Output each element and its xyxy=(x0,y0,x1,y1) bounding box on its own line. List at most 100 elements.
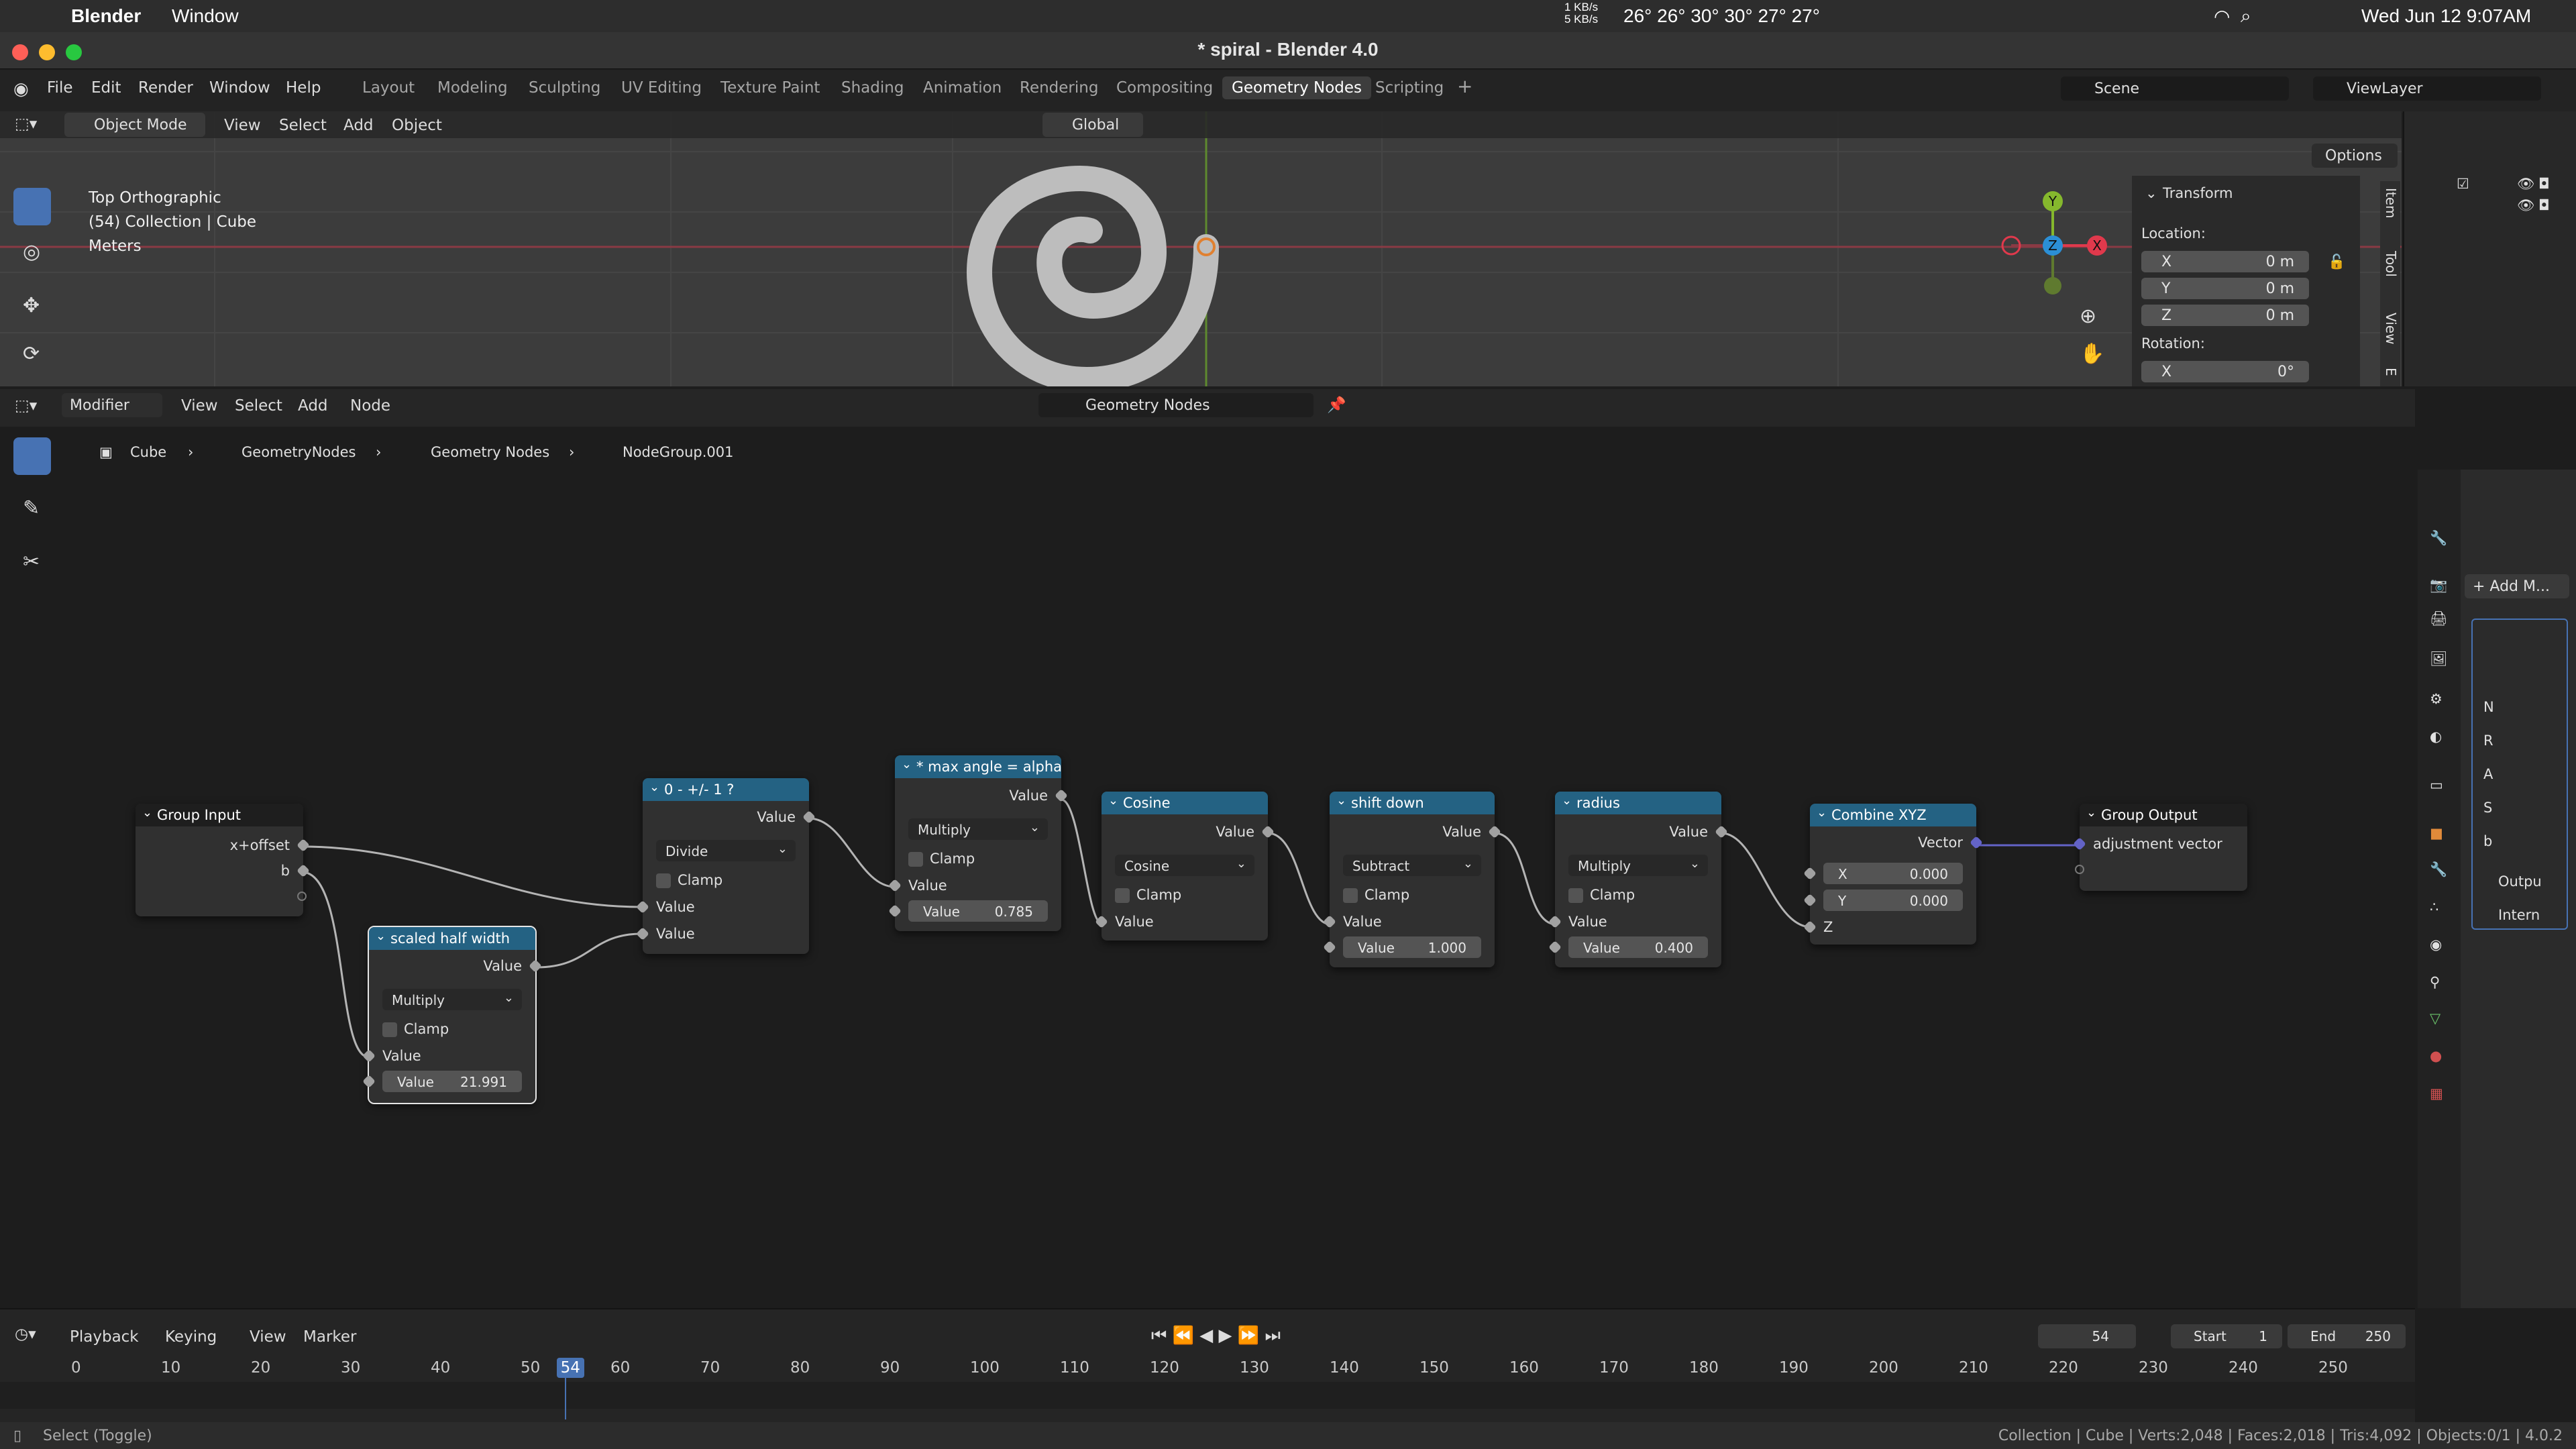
tab-modeling[interactable]: Modeling xyxy=(437,79,508,97)
mac-app-name[interactable]: Blender xyxy=(71,5,141,27)
menu-help[interactable]: Help xyxy=(286,79,321,97)
blender-logo-icon[interactable]: ◉ xyxy=(13,79,29,99)
node-menu-add[interactable]: Add xyxy=(298,397,328,415)
value-field[interactable]: Value 1.000 xyxy=(1343,936,1481,958)
node-header[interactable]: ⌄ * max angle = alpha xyxy=(895,755,1062,778)
modifier-tab-icon[interactable]: 🔧 xyxy=(2430,861,2447,878)
scene-tab-icon[interactable]: ⚙ xyxy=(2430,691,2443,707)
constraints-tab-icon[interactable]: ⚲ xyxy=(2430,974,2440,990)
mac-menu-window[interactable]: Window xyxy=(172,5,239,27)
empty-socket[interactable] xyxy=(297,892,307,901)
tab-sculpting[interactable]: Sculpting xyxy=(529,79,600,97)
tab-texture-paint[interactable]: Texture Paint xyxy=(720,79,820,97)
clamp-checkbox[interactable] xyxy=(1343,888,1358,903)
viewport-menu-select[interactable]: Select xyxy=(279,117,327,134)
viewport-options-button[interactable]: Options xyxy=(2312,144,2398,168)
node-menu-select[interactable]: Select xyxy=(235,397,282,415)
collapse-icon[interactable]: ⌄ xyxy=(1108,794,1118,808)
operation-dropdown[interactable]: Multiply ⌄ xyxy=(382,989,522,1010)
camera-icon-2[interactable]: ◘ xyxy=(2538,197,2550,213)
tab-view[interactable]: View xyxy=(2383,313,2399,344)
node-header[interactable]: ⌄ 0 - +/- 1 ? xyxy=(643,778,809,801)
operation-dropdown[interactable]: Subtract ⌄ xyxy=(1343,855,1481,876)
transform-chevron-icon[interactable]: ⌄ xyxy=(2145,185,2157,201)
node-cosine[interactable]: ⌄ Cosine Value Cosine ⌄ Clamp Value xyxy=(1095,792,1275,941)
scene-selector[interactable]: Scene xyxy=(2061,76,2289,101)
node-header[interactable]: ⌄ Combine XYZ xyxy=(1810,804,1976,826)
value-field[interactable]: Value 0.400 xyxy=(1568,936,1708,958)
pin-icon[interactable]: 📌 xyxy=(1327,396,1346,414)
timeline-menu-view[interactable]: View xyxy=(250,1328,286,1346)
world-tab-icon[interactable]: ◐ xyxy=(2430,729,2442,745)
mode-dropdown[interactable]: Object Mode xyxy=(64,113,205,137)
tab-layout[interactable]: Layout xyxy=(362,79,415,97)
add-modifier-button[interactable]: + Add M... xyxy=(2465,574,2569,598)
node-divide[interactable]: ⌄ 0 - +/- 1 ? Value Divide ⌄ Clamp Value V… xyxy=(636,778,816,954)
tab-shading[interactable]: Shading xyxy=(841,79,904,97)
camera-icon[interactable]: ◘ xyxy=(2538,176,2550,192)
collapse-icon[interactable]: ⌄ xyxy=(2086,806,2096,820)
operation-dropdown[interactable]: Multiply ⌄ xyxy=(1568,855,1708,876)
tool-tab-icon[interactable]: 🔧 xyxy=(2430,530,2447,547)
clamp-checkbox[interactable] xyxy=(382,1022,397,1037)
current-frame-field[interactable]: 54 xyxy=(2038,1324,2136,1348)
tab-rendering[interactable]: Rendering xyxy=(1020,79,1098,97)
timeline-track[interactable] xyxy=(0,1382,2415,1409)
texture-tab-icon[interactable]: ▦ xyxy=(2430,1085,2443,1102)
clamp-checkbox[interactable] xyxy=(1568,888,1583,903)
search-icon[interactable]: ⌕ xyxy=(2241,5,2251,28)
viewport-menu-object[interactable]: Object xyxy=(392,117,442,134)
cursor-tool-icon[interactable]: ◎ xyxy=(23,240,40,264)
tab-geometry-nodes[interactable]: Geometry Nodes xyxy=(1222,76,1372,99)
particles-tab-icon[interactable]: ∴ xyxy=(2430,899,2438,915)
clamp-checkbox[interactable] xyxy=(908,852,923,867)
node-header[interactable]: ⌄ radius xyxy=(1555,792,1721,814)
node-editor-type-icon[interactable]: ⬚▾ xyxy=(15,397,37,415)
x-field[interactable]: X 0.000 xyxy=(1823,863,1963,884)
node-shift-down[interactable]: ⌄ shift down Value Subtract ⌄ Clamp Value … xyxy=(1323,792,1501,967)
tab-scripting[interactable]: Scripting xyxy=(1375,79,1444,97)
eye-icon-2[interactable]: 👁 xyxy=(2517,197,2535,214)
node-header[interactable]: ⌄ Group Input xyxy=(136,804,303,826)
node-tree-selector[interactable]: Geometry Nodes xyxy=(1038,393,1313,417)
select-box-tool[interactable] xyxy=(13,188,51,225)
value-field[interactable]: Value 21.991 xyxy=(382,1071,522,1092)
menu-edit[interactable]: Edit xyxy=(91,79,121,97)
orientation-dropdown[interactable]: Global xyxy=(1042,113,1143,137)
clamp-checkbox[interactable] xyxy=(1115,888,1130,903)
node-group-input[interactable]: ⌄ Group Input x+offset b xyxy=(136,804,310,916)
outliner[interactable]: ☑ 👁 ◘ 👁 ◘ xyxy=(2403,111,2576,386)
menu-window[interactable]: Window xyxy=(209,79,270,97)
operation-dropdown[interactable]: Cosine ⌄ xyxy=(1115,855,1254,876)
node-combine-xyz[interactable]: ⌄ Combine XYZ Vector X 0.000 Y 0.000 Z xyxy=(1803,804,1983,945)
section-internal[interactable]: Intern xyxy=(2498,907,2540,923)
node-group-output[interactable]: ⌄ Group Output adjustment vector xyxy=(2073,804,2247,891)
end-frame-field[interactable]: End 250 xyxy=(2288,1324,2406,1348)
node-header[interactable]: ⌄ shift down xyxy=(1330,792,1495,814)
y-field[interactable]: Y 0.000 xyxy=(1823,890,1963,911)
location-x-field[interactable]: X 0 m xyxy=(2141,251,2309,272)
operation-dropdown[interactable]: Divide ⌄ xyxy=(656,840,796,861)
location-y-field[interactable]: Y 0 m xyxy=(2141,278,2309,299)
timeline-menu-marker[interactable]: Marker xyxy=(303,1328,357,1346)
pan-hand-icon[interactable]: ✋ xyxy=(2080,342,2104,366)
timeline-editor-type-icon[interactable]: ◷▾ xyxy=(15,1326,36,1343)
collapse-icon[interactable]: ⌄ xyxy=(902,757,912,771)
navigation-gizmo[interactable]: Y Z X xyxy=(1992,185,2113,306)
collapse-icon[interactable]: ⌄ xyxy=(1562,794,1572,808)
node-header[interactable]: ⌄ Group Output xyxy=(2080,804,2247,826)
timeline-menu-keying[interactable]: Keying xyxy=(165,1328,217,1346)
menu-file[interactable]: File xyxy=(47,79,73,97)
view-layer-tab-icon[interactable]: 🖼 xyxy=(2430,651,2448,667)
collection-tab-icon[interactable]: ▭ xyxy=(2430,777,2443,793)
viewlayer-selector[interactable]: ViewLayer xyxy=(2313,76,2541,101)
node-menu-view[interactable]: View xyxy=(181,397,218,415)
collapse-icon[interactable]: ⌄ xyxy=(649,780,659,794)
eye-icon[interactable]: 👁 xyxy=(2517,176,2535,193)
outliner-checkbox-icon[interactable]: ☑ xyxy=(2457,176,2469,192)
clamp-checkbox[interactable] xyxy=(656,873,671,888)
section-output[interactable]: Outpu xyxy=(2498,873,2542,890)
tab-tool[interactable]: Tool xyxy=(2383,251,2399,277)
data-tab-icon[interactable]: ▽ xyxy=(2430,1010,2440,1026)
menu-render[interactable]: Render xyxy=(138,79,193,97)
